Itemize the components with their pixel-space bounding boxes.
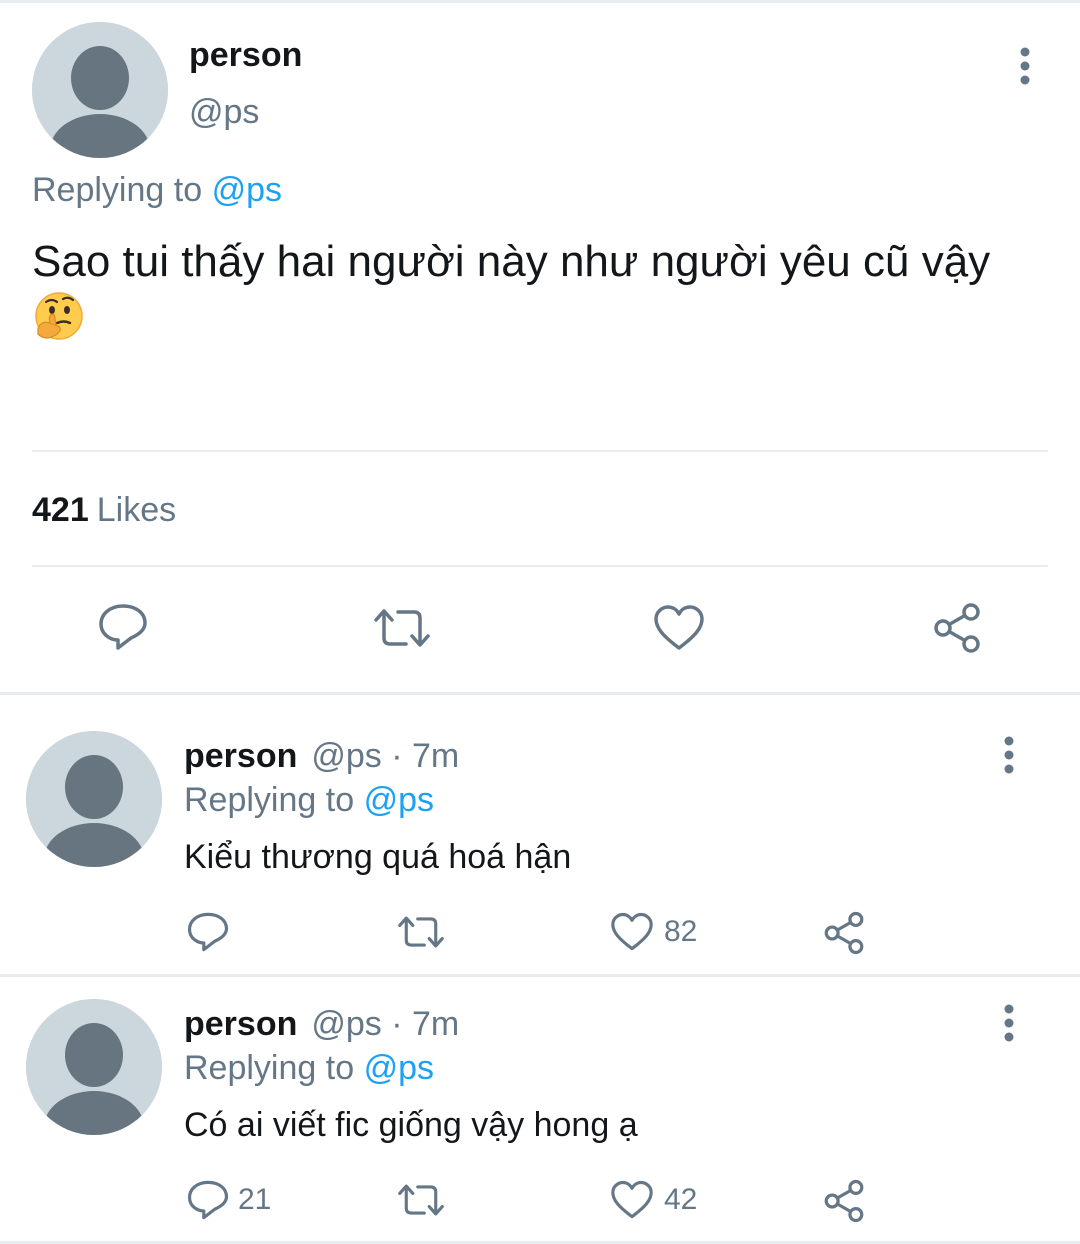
like-button[interactable]: [610, 1180, 654, 1220]
reply-text: Kiểu thương quá hoá hận: [184, 838, 572, 876]
divider: [32, 450, 1048, 452]
retweet-icon: [398, 1184, 444, 1216]
reply-button[interactable]: [187, 1179, 229, 1221]
reply-icon: [187, 912, 229, 952]
tweet-actions: [0, 598, 1080, 658]
author-name[interactable]: person: [184, 737, 297, 775]
retweet-button[interactable]: [396, 1182, 446, 1218]
like-icon: [611, 912, 653, 951]
replying-to-label: Replying to: [184, 1049, 355, 1087]
replying-to: Replying to @ps: [184, 781, 434, 820]
author-handle[interactable]: @ps: [189, 93, 259, 132]
author-meta: @ps · 7m: [311, 737, 460, 775]
main-tweet: person @ps Replying to @ps Sao tui thấy …: [0, 0, 1080, 692]
reply-tweet[interactable]: person @ps · 7m Replying to @ps Có ai viế…: [0, 977, 1080, 1241]
share-button[interactable]: [822, 911, 866, 955]
avatar[interactable]: [26, 999, 162, 1135]
divider: [32, 565, 1048, 567]
replying-to-label: Replying to: [184, 781, 355, 819]
share-icon: [824, 911, 864, 955]
reply-tweet[interactable]: person @ps · 7m Replying to @ps Kiểu thươ…: [0, 695, 1080, 974]
like-count: 42: [664, 1183, 698, 1216]
likes-label: Likes: [96, 491, 177, 529]
reply-button[interactable]: [187, 911, 229, 953]
replying-to-mention[interactable]: @ps: [364, 1049, 434, 1087]
more-vertical-icon: [1004, 736, 1014, 774]
replying-to: Replying to @ps: [184, 1049, 434, 1088]
retweet-icon: [374, 609, 430, 647]
like-icon: [611, 1180, 653, 1219]
share-icon: [824, 1179, 864, 1223]
author-meta: @ps · 7m: [311, 1005, 460, 1043]
replying-to-label: Replying to: [32, 171, 203, 209]
reply-button[interactable]: [98, 602, 148, 652]
replying-to-mention[interactable]: @ps: [364, 781, 434, 819]
more-vertical-icon: [1004, 1004, 1014, 1042]
author-name[interactable]: person: [184, 1005, 297, 1043]
replying-to-mention[interactable]: @ps: [212, 171, 282, 209]
more-options-button[interactable]: [997, 1003, 1021, 1043]
like-count: 82: [664, 915, 698, 948]
retweet-button[interactable]: [396, 914, 446, 950]
share-button[interactable]: [931, 602, 983, 654]
like-button[interactable]: [653, 604, 705, 652]
reply-count: 21: [238, 1183, 272, 1216]
reply-header: person @ps · 7m: [184, 737, 459, 776]
share-button[interactable]: [822, 1179, 866, 1223]
retweet-icon: [398, 916, 444, 948]
likes-count: 421: [32, 491, 89, 529]
like-button[interactable]: [610, 912, 654, 952]
author-name[interactable]: person: [189, 36, 302, 75]
reply-text: Có ai viết fic giống vậy hong ạ: [184, 1106, 638, 1144]
retweet-button[interactable]: [372, 606, 432, 650]
likes-summary[interactable]: 421 Likes: [32, 491, 176, 530]
more-options-button[interactable]: [997, 735, 1021, 775]
replying-to: Replying to @ps: [32, 171, 282, 210]
more-options-button[interactable]: [1013, 46, 1037, 86]
default-avatar-icon: [26, 999, 162, 1135]
default-avatar-icon: [26, 731, 162, 867]
share-icon: [934, 603, 980, 653]
reply-header: person @ps · 7m: [184, 1005, 459, 1044]
like-icon: [654, 605, 704, 650]
reply-icon: [99, 604, 147, 650]
tweet-text: Sao tui thấy hai người này như người yêu…: [32, 237, 991, 286]
reply-icon: [187, 1180, 229, 1220]
avatar[interactable]: [26, 731, 162, 867]
avatar[interactable]: [32, 22, 168, 158]
thinking-face-emoji: [32, 290, 86, 344]
more-vertical-icon: [1020, 47, 1030, 85]
default-avatar-icon: [32, 22, 168, 158]
